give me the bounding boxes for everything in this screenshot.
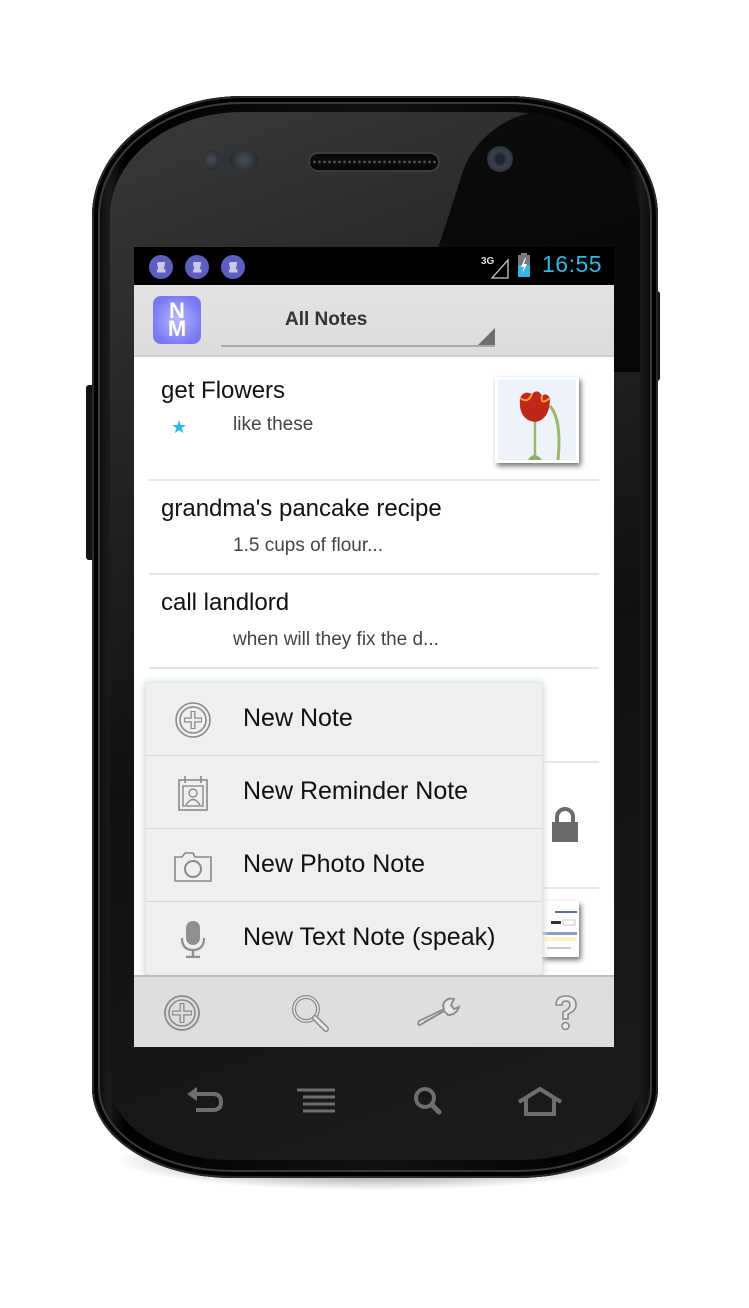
note-title: call landlord xyxy=(161,589,290,616)
tulip-image xyxy=(498,380,576,461)
logo-letter: M xyxy=(167,316,187,341)
menu-icon[interactable] xyxy=(297,1084,337,1118)
action-bar: N M All Notes xyxy=(134,285,614,357)
note-list-item[interactable]: call landlord when will they fix the d..… xyxy=(149,575,599,669)
note-preview: like these xyxy=(233,414,314,435)
proximity-sensor xyxy=(203,150,219,170)
back-icon[interactable] xyxy=(185,1084,225,1118)
notification-icon xyxy=(221,255,245,279)
signal-3g-icon: 3G xyxy=(481,256,509,279)
front-camera xyxy=(487,146,513,172)
search-icon[interactable] xyxy=(410,1084,450,1118)
add-icon[interactable] xyxy=(162,993,202,1033)
menu-item-label: New Note xyxy=(243,704,353,732)
bottom-toolbar xyxy=(134,975,614,1047)
note-preview: when will they fix the d... xyxy=(233,629,439,650)
earpiece-speaker xyxy=(308,152,440,172)
menu-item-label: New Reminder Note xyxy=(243,777,469,805)
status-bar: 3G 16:55 xyxy=(134,247,614,285)
clock: 16:55 xyxy=(542,251,603,277)
menu-item-new-text-note-speak[interactable]: New Text Note (speak) xyxy=(146,902,542,975)
star-icon[interactable]: ★ xyxy=(171,417,187,438)
menu-item-new-photo-note[interactable]: New Photo Note xyxy=(146,829,542,902)
notification-icon xyxy=(149,255,173,279)
add-circle-icon xyxy=(175,702,211,738)
search-icon[interactable] xyxy=(290,993,330,1033)
settings-wrench-icon[interactable] xyxy=(416,993,462,1033)
dropdown-label: All Notes xyxy=(285,309,368,330)
screen: 3G 16:55 N M All Notes get Flowers ★ lik… xyxy=(134,247,614,1047)
new-note-popup-menu: New Note New Reminder Note New Photo Not… xyxy=(146,683,542,975)
note-title: grandma's pancake recipe xyxy=(161,495,442,522)
tulip-photo-thumbnail[interactable] xyxy=(495,377,579,463)
note-list-item[interactable]: get Flowers ★ like these xyxy=(149,359,599,481)
menu-item-label: New Text Note (speak) xyxy=(243,923,496,951)
camera-icon xyxy=(174,852,212,882)
menu-item-new-note[interactable]: New Note xyxy=(146,683,542,756)
dropdown-arrow-icon xyxy=(478,328,495,345)
light-sensor xyxy=(229,151,259,169)
menu-item-label: New Photo Note xyxy=(243,850,426,878)
home-icon[interactable] xyxy=(517,1084,563,1118)
calendar-contact-icon xyxy=(178,776,208,811)
app-logo[interactable]: N M xyxy=(153,296,201,344)
menu-item-new-reminder-note[interactable]: New Reminder Note xyxy=(146,756,542,829)
network-type-label: 3G xyxy=(481,256,495,267)
note-preview: 1.5 cups of flour... xyxy=(233,535,383,556)
note-title: get Flowers xyxy=(161,377,286,404)
note-list-item[interactable]: grandma's pancake recipe 1.5 cups of flo… xyxy=(149,481,599,575)
microphone-icon xyxy=(180,921,206,958)
notes-filter-dropdown[interactable]: All Notes xyxy=(221,299,495,347)
notification-icon xyxy=(185,255,209,279)
help-icon[interactable] xyxy=(546,993,586,1033)
battery-charging-icon xyxy=(518,253,530,277)
lock-icon xyxy=(552,807,578,842)
